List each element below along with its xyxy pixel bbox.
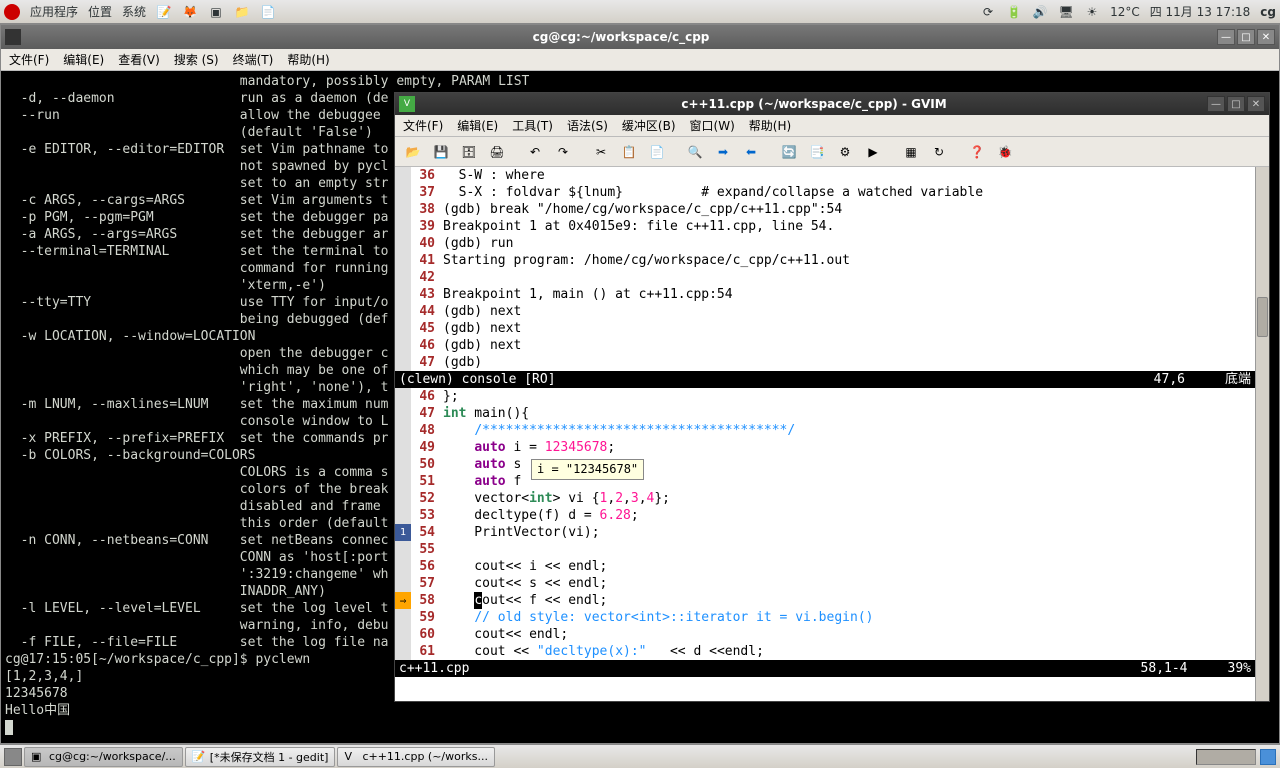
bug-icon[interactable]: 🐞 [993,140,1017,164]
gvim-title: c++11.cpp (~/workspace/c_cpp) - GVIM [681,97,946,111]
terminal-window-icon [5,29,21,45]
gedit-icon: 📝 [192,750,206,764]
print-icon[interactable]: 🖨 [485,140,509,164]
menu-search[interactable]: 搜索 (S) [174,51,219,68]
clock-label[interactable]: 四 11月 13 17:18 [1150,3,1251,20]
make-icon[interactable]: ⚙ [833,140,857,164]
gvim-titlebar[interactable]: V c++11.cpp (~/workspace/c_cpp) - GVIM —… [395,93,1269,115]
replace-icon[interactable]: 🔄 [777,140,801,164]
paste-icon[interactable]: 📄 [645,140,669,164]
gvim-icon: V [344,750,358,764]
user-label[interactable]: cg [1260,5,1276,19]
gvim-menubar: 文件(F) 编辑(E) 工具(T) 语法(S) 缓冲区(B) 窗口(W) 帮助(… [395,115,1269,137]
taskbar-gvim[interactable]: V c++11.cpp (~/works... [337,747,495,767]
status-mode: 底端 [1225,371,1251,388]
terminal-menubar: 文件(F) 编辑(E) 查看(V) 搜索 (S) 终端(T) 帮助(H) [1,49,1279,71]
status-mode: 39% [1228,660,1251,677]
ctags-icon[interactable]: ↻ [927,140,951,164]
menu-file[interactable]: 文件(F) [403,117,443,134]
run-icon[interactable]: ▶ [861,140,885,164]
session-icon[interactable]: 📑 [805,140,829,164]
workspace-switcher[interactable] [1196,749,1256,765]
gnome-bottom-panel: ▣ cg@cg:~/workspace/... 📝 [*未保存文档 1 - ge… [0,744,1280,768]
taskbar-label: [*未保存文档 1 - gedit] [210,749,329,765]
gvim-icon: V [399,96,415,112]
redhat-icon [4,4,20,20]
menu-view[interactable]: 查看(V) [118,51,160,68]
menu-edit[interactable]: 编辑(E) [63,51,104,68]
open-icon[interactable]: 📂 [401,140,425,164]
maximize-button[interactable]: □ [1237,29,1255,45]
places-menu[interactable]: 位置 [88,3,112,20]
nautilus-launcher-icon[interactable]: 📁 [234,4,250,20]
weather-icon: ☀ [1084,4,1100,20]
menu-edit[interactable]: 编辑(E) [457,117,498,134]
taskbar-label: c++11.cpp (~/works... [362,750,488,763]
gnome-top-panel: 应用程序 位置 系统 📝 🦊 ▣ 📁 📄 ⟳ 🔋 🔊 🖥 ☀ 12°C 四 11… [0,0,1280,24]
network-icon[interactable]: 🖥 [1058,4,1074,20]
gvim-source-pane[interactable]: i = "12345678" 46};47int main(){48 /****… [395,388,1255,660]
trash-icon[interactable] [1260,749,1276,765]
copy-icon[interactable]: 📋 [617,140,641,164]
notes-launcher-icon[interactable]: 📄 [260,4,276,20]
gvim-toolbar: 📂 💾 🗄 🖨 ↶ ↷ ✂ 📋 📄 🔍 ➡ ⬅ 🔄 📑 ⚙ ▶ ▦ ↻ ❓ 🐞 [395,137,1269,167]
terminal-titlebar[interactable]: cg@cg:~/workspace/c_cpp — □ ✕ [1,25,1279,49]
menu-buffers[interactable]: 缓冲区(B) [622,117,676,134]
system-menu[interactable]: 系统 [122,3,146,20]
help-icon[interactable]: ❓ [965,140,989,164]
menu-window[interactable]: 窗口(W) [690,117,735,134]
gedit-launcher-icon[interactable]: 📝 [156,4,172,20]
debug-tooltip: i = "12345678" [531,459,644,480]
volume-icon[interactable]: 🔊 [1032,4,1048,20]
status-pos: 58,1-4 [1141,660,1188,677]
status-pos: 47,6 [1154,371,1185,388]
prev-icon[interactable]: ⬅ [739,140,763,164]
taskbar-label: cg@cg:~/workspace/... [49,750,176,763]
close-button[interactable]: ✕ [1257,29,1275,45]
close-button[interactable]: ✕ [1247,96,1265,112]
show-desktop-button[interactable] [4,748,22,766]
gvim-console-pane[interactable]: 36 S-W : where37 S-X : foldvar ${lnum} #… [395,167,1255,371]
update-icon[interactable]: ⟳ [980,4,996,20]
gvim-scrollbar[interactable] [1255,167,1269,701]
cut-icon[interactable]: ✂ [589,140,613,164]
taskbar-gedit[interactable]: 📝 [*未保存文档 1 - gedit] [185,747,336,767]
find-icon[interactable]: 🔍 [683,140,707,164]
source-status-line: c++11.cpp 58,1-4 39% [395,660,1255,677]
saveall-icon[interactable]: 🗄 [457,140,481,164]
taskbar-terminal[interactable]: ▣ cg@cg:~/workspace/... [24,747,183,767]
terminal-title: cg@cg:~/workspace/c_cpp [533,30,710,44]
gvim-window: V c++11.cpp (~/workspace/c_cpp) - GVIM —… [394,92,1270,702]
next-icon[interactable]: ➡ [711,140,735,164]
menu-syntax[interactable]: 语法(S) [567,117,608,134]
menu-help[interactable]: 帮助(H) [749,117,791,134]
minimize-button[interactable]: — [1217,29,1235,45]
undo-icon[interactable]: ↶ [523,140,547,164]
menu-tools[interactable]: 工具(T) [512,117,553,134]
status-filename: (clewn) console [RO] [399,371,556,388]
temperature-label: 12°C [1110,5,1140,19]
maximize-button[interactable]: □ [1227,96,1245,112]
menu-terminal[interactable]: 终端(T) [233,51,274,68]
terminal-launcher-icon[interactable]: ▣ [208,4,224,20]
menu-help[interactable]: 帮助(H) [287,51,329,68]
apps-menu[interactable]: 应用程序 [30,3,78,20]
minimize-button[interactable]: — [1207,96,1225,112]
redo-icon[interactable]: ↷ [551,140,575,164]
status-filename: c++11.cpp [399,660,469,677]
applet-icon[interactable]: 🔋 [1006,4,1022,20]
console-status-line: (clewn) console [RO] 47,6 底端 [395,371,1255,388]
terminal-icon: ▣ [31,750,45,764]
save-icon[interactable]: 💾 [429,140,453,164]
firefox-launcher-icon[interactable]: 🦊 [182,4,198,20]
shell-icon[interactable]: ▦ [899,140,923,164]
menu-file[interactable]: 文件(F) [9,51,49,68]
